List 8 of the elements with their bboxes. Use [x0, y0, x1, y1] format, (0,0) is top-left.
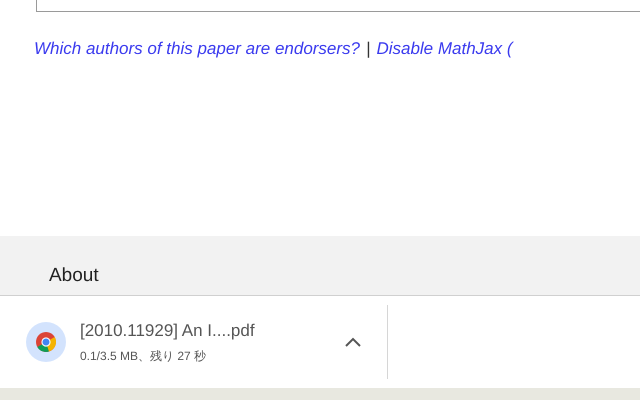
separator: |: [366, 38, 370, 60]
download-filename: [2010.11929] An I....pdf: [80, 320, 255, 342]
caret-icon: [345, 336, 361, 346]
about-link[interactable]: About: [49, 262, 99, 290]
endorsers-link[interactable]: Which authors of this paper are endorsers?: [34, 36, 360, 62]
browser-logo-icon: [26, 322, 66, 362]
download-status: 0.1/3.5 MB、残り 27 秒: [80, 348, 208, 366]
disable-mathjax-link[interactable]: Disable MathJax (: [376, 36, 512, 62]
